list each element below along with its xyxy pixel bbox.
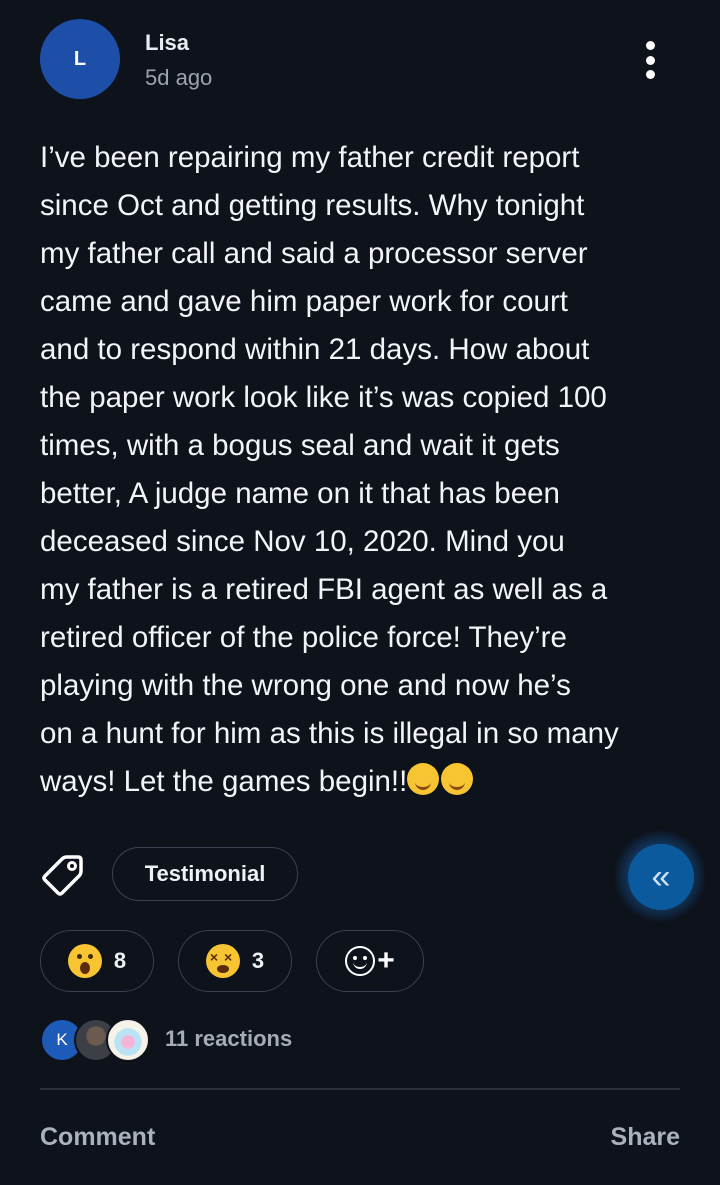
divider xyxy=(40,1088,680,1090)
hand-over-mouth-face-icon xyxy=(441,763,474,795)
smile-outline-icon xyxy=(345,946,376,976)
double-chevron-left-icon: « xyxy=(651,857,671,896)
dizzy-face-icon xyxy=(205,944,240,978)
comment-button[interactable]: Comment xyxy=(40,1123,155,1152)
body-line: since Oct and getting results. Why tonig… xyxy=(40,189,585,222)
body-line: times, with a bogus seal and wait it get… xyxy=(40,429,560,462)
body-line: ways! Let the games begin!! xyxy=(40,765,408,798)
body-line: came and gave him paper work for court xyxy=(40,285,568,318)
body-line: my father call and said a processor serv… xyxy=(40,237,588,270)
reactor-initial: K xyxy=(56,1030,68,1049)
body-line-last: ways! Let the games begin!! xyxy=(40,758,680,806)
body-line: on a hunt for him as this is illegal in … xyxy=(40,717,619,750)
reactor-avatars[interactable]: K xyxy=(40,1016,152,1064)
tag-icon xyxy=(42,855,83,896)
author-avatar[interactable]: L xyxy=(40,19,120,99)
reactions-summary[interactable]: 11 reactions xyxy=(165,1026,292,1052)
body-line: playing with the wrong one and now he’s xyxy=(40,669,571,702)
body-line: and to respond within 21 days. How about xyxy=(40,333,590,366)
body-line: retired officer of the police force! The… xyxy=(40,621,567,654)
body-line: better, A judge name on it that has been xyxy=(40,477,560,510)
astonished-face-icon xyxy=(67,944,102,978)
body-line: deceased since Nov 10, 2020. Mind you xyxy=(40,525,565,558)
reaction-count: 8 xyxy=(113,948,127,973)
tag-chip-testimonial[interactable]: Testimonial xyxy=(112,847,298,901)
share-button[interactable]: Share xyxy=(611,1123,680,1152)
collapse-button[interactable]: « xyxy=(628,844,694,910)
body-line: the paper work look like it’s was copied… xyxy=(40,381,607,414)
post-card: L Lisa 5d ago I’ve been repairing my fat… xyxy=(0,0,720,1185)
smiling-face-icon xyxy=(407,763,440,795)
reaction-astonished-button[interactable]: 8 xyxy=(40,930,154,992)
author-name[interactable]: Lisa xyxy=(145,30,189,56)
body-line: I’ve been repairing my father credit rep… xyxy=(40,141,580,174)
add-reaction-button[interactable]: + xyxy=(316,930,424,992)
avatar xyxy=(106,1018,150,1062)
more-options-icon[interactable] xyxy=(632,38,668,82)
body-line: my father is a retired FBI agent as well… xyxy=(40,573,608,606)
reaction-dizzy-button[interactable]: 3 xyxy=(178,930,292,992)
post-body: I’ve been repairing my father credit rep… xyxy=(40,134,680,806)
plus-icon: + xyxy=(377,944,395,977)
post-timestamp: 5d ago xyxy=(145,65,213,90)
reaction-count: 3 xyxy=(251,948,265,973)
add-reaction-icon: + xyxy=(345,946,395,976)
author-initial: L xyxy=(73,47,87,70)
